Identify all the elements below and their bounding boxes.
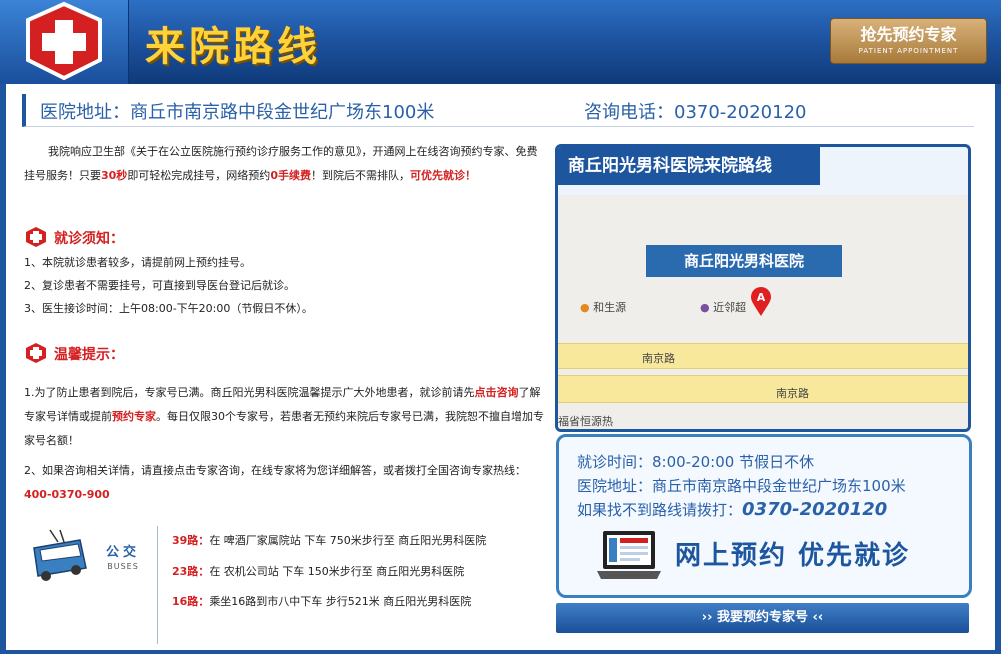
tips-heading: 温馨提示： [24,342,124,368]
frame-right-border [995,84,1001,654]
call-number[interactable]: 0370-2020120 [742,499,887,520]
bus-divider [157,526,158,644]
poi-label: 和生源 [593,301,627,314]
red-cross-icon [24,226,48,252]
call-line: 如果找不到路线请拨打：0370-2020120 [577,499,887,520]
consult-phone: 咨询电话：0370-2020120 [584,102,807,123]
map-road-upper [558,343,968,369]
intro-text-3: ！到院后不需排队， [310,169,410,182]
tips-paragraph-1: 1.为了防止患者到院后，专家号已满。商丘阳光男科医院温馨提示广大外地患者，就诊前… [24,381,544,453]
bus-route-16: 16路：乘坐16路到市八中下车 步行521米 商丘阳光男科医院 [172,593,471,609]
hospital-map-label: 商丘阳光男科医院 [646,245,842,277]
red-cross-icon [24,342,48,368]
road-label-lower: 南京路 [776,387,809,400]
page-title: 来院路线 [145,24,321,70]
appointment-expert-button[interactable]: 抢先预约专家 PATIENT APPOINTMENT [830,18,987,64]
online-booking-banner[interactable]: 网上预约 优先就诊 [675,535,910,572]
tips-text-1a: 1.为了防止患者到院后，专家号已满。商丘阳光男科医院温馨提示广大外地患者，就诊前… [24,386,475,399]
list-item: 2、复诊患者不需要挂号，可直接到导医台登记后就诊。 [24,279,295,292]
tips-text-2: 2、如果咨询相关详情，请直接点击专家咨询，在线专家将为您详细解答，或者拨打全国咨… [24,464,526,477]
poi-dot-icon: ● [580,301,590,314]
header-banner: 来院路线 抢先预约专家 PATIENT APPOINTMENT [0,0,1001,84]
route-text: 在 啤酒厂家属院站 下车 750米步行至 商丘阳光男科医院 [209,534,487,547]
map-title: 商丘阳光男科医院来院路线 [558,147,820,185]
map-poi-jinlin: ● 近邻超 [700,299,746,315]
red-cross-icon [26,1,102,81]
visit-hours: 就诊时间：8:00-20:00 节假日不休 [577,453,815,471]
appointment-button-label: 抢先预约专家 [860,25,957,44]
list-item: 3、医生接诊时间：上午08:00-下午20:00（节假日不休）。 [24,302,313,315]
route-map-panel: 商丘阳光男科医院来院路线 商丘阳光男科医院 ● 和生源 ● 近邻超 A 南京路 … [555,144,971,432]
laptop-icon [595,529,663,581]
route-number: 39路： [172,534,210,547]
list-item: 1、本院就诊患者较多，请提前网上预约挂号。 [24,256,251,269]
intro-paragraph: 我院响应卫生部《关于在公立医院施行预约诊疗服务工作的意见》，开通网上在线咨询预约… [24,140,538,188]
address-bar: 医院地址：商丘市南京路中段金世纪广场东100米 咨询电话：0370-202012… [22,94,974,127]
tips-heading-text: 温馨提示： [54,347,124,363]
visit-info-panel: 就诊时间：8:00-20:00 节假日不休 医院地址：商丘市南京路中段金世纪广场… [556,434,972,598]
notice-list: 1、本院就诊患者较多，请提前网上预约挂号。 2、复诊患者不需要挂号，可直接到导医… [24,251,544,320]
intro-highlight-seconds: 30秒 [101,169,128,182]
bus-icon [30,528,90,583]
route-number: 16路： [172,595,210,608]
frame-left-border [0,84,6,654]
info-address: 医院地址：商丘市南京路中段金世纪广场东100米 [577,477,906,495]
click-consult-link[interactable]: 点击咨询 [475,386,519,399]
hotline-number[interactable]: 400-0370-900 [24,488,110,501]
intro-text-2: 即可轻松完成挂号，网络预约 [127,169,271,182]
tips-paragraph-2: 2、如果咨询相关详情，请直接点击专家咨询，在线专家将为您详细解答，或者拨打全国咨… [24,459,544,507]
notice-heading: 就诊须知： [24,226,124,252]
hospital-logo [0,0,129,84]
route-number: 23路： [172,565,210,578]
appointment-button-sublabel: PATIENT APPOINTMENT [858,47,959,55]
poi-dot-icon: ● [700,301,710,314]
pin-letter: A [757,291,766,304]
book-expert-link[interactable]: 预约专家 [112,410,156,423]
notice-heading-text: 就诊须知： [54,231,124,247]
poi-label: 近邻超 [713,301,747,314]
intro-highlight-fee: 0手续费 [270,169,311,182]
bus-route-39: 39路：在 啤酒厂家属院站 下车 750米步行至 商丘阳光男科医院 [172,532,486,548]
bus-subtitle: BUSES [107,562,139,571]
map-poi-heng: 福省恒源热 [558,415,613,428]
route-map[interactable]: 商丘阳光男科医院 ● 和生源 ● 近邻超 A 南京路 南京路 福省恒源热 [558,195,968,429]
route-text: 在 农机公司站 下车 150米步行至 商丘阳光男科医院 [209,565,465,578]
intro-highlight-priority: 可优先就诊！ [409,169,476,182]
map-poi-hesheng: ● 和生源 [580,299,626,315]
map-pin-icon: A [750,287,772,321]
hospital-address: 医院地址：商丘市南京路中段金世纪广场东100米 [40,102,435,123]
frame-bottom-border [0,650,1001,654]
road-label-upper: 南京路 [642,352,675,365]
map-road-lower [558,375,968,403]
bus-route-23: 23路：在 农机公司站 下车 150米步行至 商丘阳光男科医院 [172,563,464,579]
book-expert-number-button[interactable]: ›› 我要预约专家号 ‹‹ [556,603,969,633]
route-text: 乘坐16路到市八中下车 步行521米 商丘阳光男科医院 [209,595,472,608]
call-prefix: 如果找不到路线请拨打： [577,501,743,519]
bus-title: 公交 [105,545,140,560]
